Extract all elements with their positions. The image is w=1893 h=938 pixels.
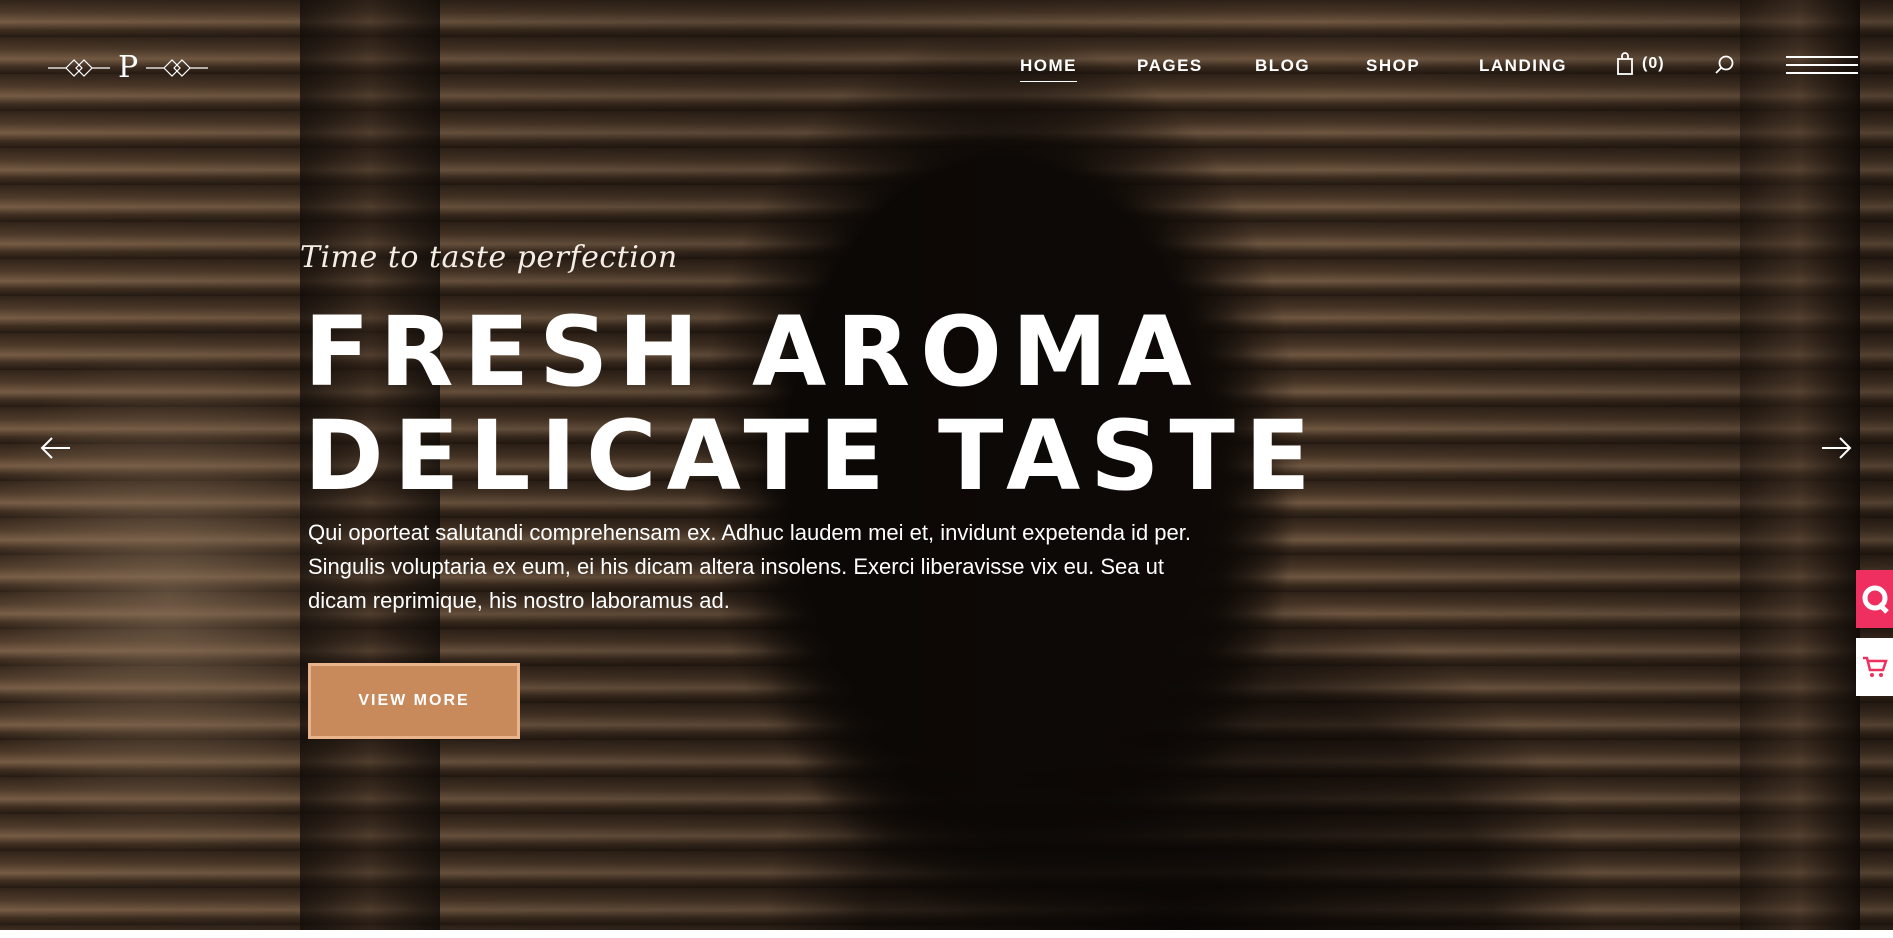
view-more-button[interactable]: VIEW MORE (308, 663, 520, 739)
cart-icon (1862, 656, 1888, 677)
nav-landing[interactable]: LANDING (1479, 56, 1567, 76)
arrow-right-icon (1822, 437, 1852, 459)
hamburger-menu-button[interactable] (1786, 56, 1858, 78)
nav-pages[interactable]: PAGES (1137, 56, 1203, 76)
slide-tagline: Time to taste perfection (300, 240, 678, 275)
search-icon (1715, 55, 1734, 74)
chat-icon (1862, 585, 1889, 614)
chat-widget-button[interactable] (1856, 570, 1893, 628)
menu-line (1786, 56, 1858, 58)
headline-line-1: FRESH AROMA (304, 296, 1202, 408)
nav-shop[interactable]: SHOP (1366, 56, 1420, 76)
prev-slide-button[interactable] (38, 433, 74, 463)
logo-letter: P (118, 50, 139, 85)
cart-count: (0) (1642, 55, 1665, 72)
site-logo[interactable]: P (48, 50, 208, 86)
menu-line (1786, 64, 1858, 66)
shopping-bag-icon (1617, 52, 1633, 75)
search-button[interactable] (1714, 54, 1736, 76)
arrow-left-icon (40, 437, 70, 459)
cart-button[interactable]: (0) (1616, 52, 1665, 76)
menu-line (1786, 72, 1858, 74)
next-slide-button[interactable] (1818, 433, 1854, 463)
headline-line-2: DELICATE TASTE (304, 400, 1321, 512)
slide-headline: FRESH AROMA DELICATE TASTE (304, 300, 1320, 508)
nav-blog[interactable]: BLOG (1255, 56, 1310, 76)
slide-description: Qui oporteat salutandi comprehensam ex. … (308, 520, 1191, 613)
cart-widget-button[interactable] (1856, 638, 1893, 696)
nav-home[interactable]: HOME (1020, 56, 1077, 82)
